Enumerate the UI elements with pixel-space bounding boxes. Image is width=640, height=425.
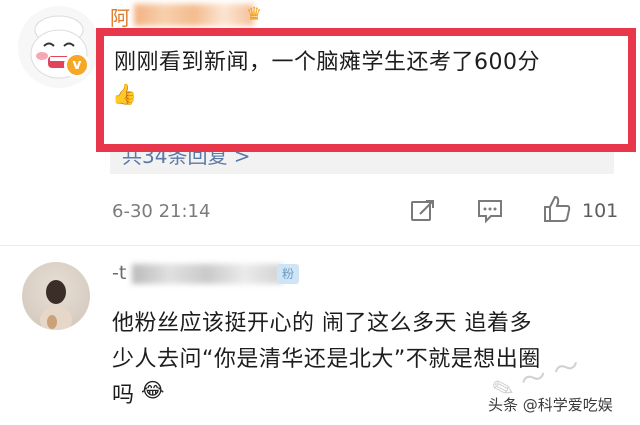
thumbs-up-emoji: 👍 [112, 82, 137, 106]
share-icon[interactable] [410, 198, 436, 224]
fan-badge: 粉 [277, 264, 300, 284]
comment-text: 刚刚看到新闻，一个脑瘫学生还考了600分 [114, 50, 540, 75]
blurred-username [132, 264, 282, 284]
laughing-emoji: 😂 [141, 378, 165, 402]
comment-text-line: 吗 [112, 383, 135, 408]
comment-text-line: 他粉丝应该挺开心的 闹了这么多天 追着多 [112, 311, 532, 336]
like-count: 101 [582, 200, 619, 222]
username[interactable]: -t [112, 262, 126, 284]
vip-crown-icon: ♛ [246, 4, 263, 25]
blurred-username [134, 4, 254, 26]
person-photo-icon [40, 280, 72, 330]
divider [0, 245, 640, 246]
cartoon-avatar-icon [18, 6, 100, 88]
verified-badge-icon: v [64, 52, 90, 78]
watermark: 头条 @科学爱吃娱 [488, 396, 613, 414]
comment-icon[interactable] [476, 198, 504, 224]
username[interactable]: 阿 [110, 2, 130, 28]
comment-text-line: 少人去问“你是清华还是北大”不就是想出圈 [112, 347, 541, 372]
user-avatar[interactable] [22, 262, 90, 330]
like-icon[interactable] [542, 194, 572, 224]
comment-timestamp: 6-30 21:14 [112, 201, 211, 222]
user-avatar[interactable] [18, 6, 100, 88]
